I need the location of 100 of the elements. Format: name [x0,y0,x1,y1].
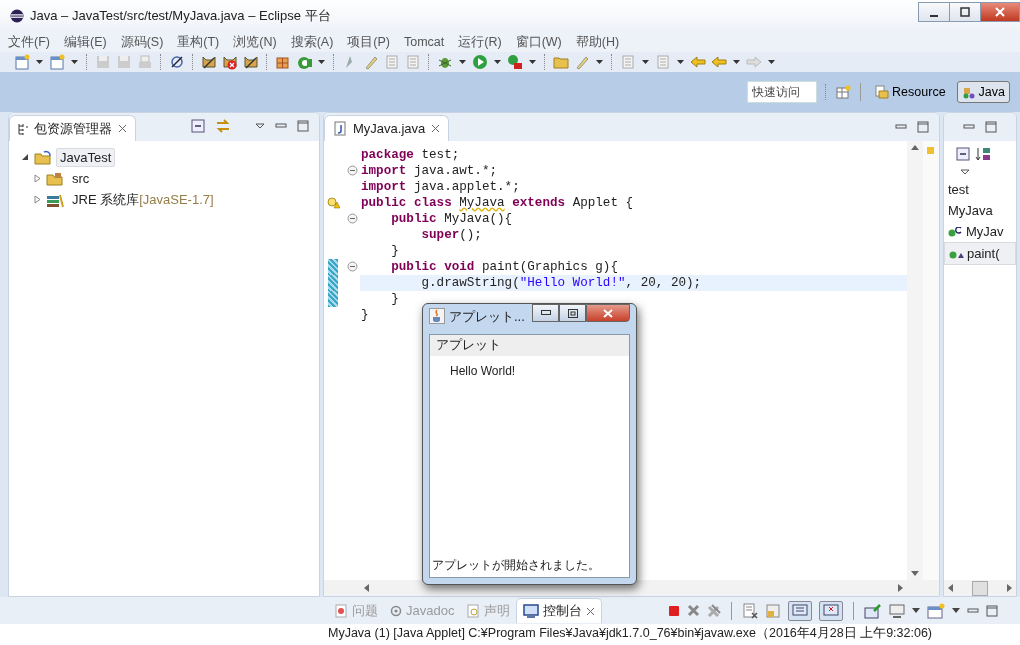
maximize-button[interactable] [559,304,586,322]
perspective-button[interactable]: Resource [870,81,951,103]
expand-toggle-icon[interactable] [21,153,30,162]
back-arrow-icon[interactable] [690,54,706,70]
menu-item[interactable]: 窗口(W) [515,33,562,51]
fold-toggle-icon[interactable] [347,261,358,272]
pin-console-icon[interactable] [864,602,882,619]
cat-icon[interactable] [243,54,259,70]
menu-item[interactable]: 帮助(H) [575,33,620,51]
close-button[interactable] [586,304,630,322]
show-on-output-icon[interactable] [788,600,812,621]
clear-console-icon[interactable] [742,602,758,619]
collapse-all-icon[interactable] [191,119,205,133]
up-arrow-icon[interactable] [911,145,919,150]
scrollbar-thumb[interactable] [972,580,988,596]
menu-item[interactable]: 搜索(A) [290,33,334,51]
menu-item[interactable]: 运行(R) [458,33,502,51]
outline-item[interactable]: MyJav [944,221,1016,242]
dropdown-caret-icon[interactable] [642,60,649,64]
quick-access-field[interactable]: 快速访问 [747,81,818,103]
maximize-icon[interactable] [297,120,309,132]
tree-item[interactable]: src [68,169,94,188]
minimize-icon[interactable] [967,607,979,614]
new-document-icon[interactable] [14,54,30,70]
menu-item[interactable]: 源码(S) [120,33,164,51]
maximize-icon[interactable] [917,121,929,133]
show-on-error-icon[interactable] [819,600,843,621]
horizontal-scrollbar[interactable] [944,580,1016,596]
maximize-button[interactable] [949,2,981,22]
warning-marker[interactable] [927,147,934,154]
dropdown-caret-icon[interactable] [318,60,325,64]
terminate-icon[interactable] [668,604,680,617]
warning-bulb-icon[interactable] [327,197,340,209]
minimize-button[interactable] [918,2,950,22]
dropdown-caret-icon[interactable] [677,60,684,64]
expand-toggle-icon[interactable] [33,174,42,183]
cat-stop-icon[interactable] [222,54,238,70]
expand-toggle-icon[interactable] [33,195,42,204]
down-arrow-icon[interactable] [911,571,919,576]
fold-toggle-icon[interactable] [347,165,358,176]
tree-item[interactable]: JRE 系统库[JavaSE-1.7] [68,188,218,211]
dropdown-caret-icon[interactable] [459,60,466,64]
dropdown-caret-icon[interactable] [529,60,536,64]
vertical-scrollbar[interactable] [907,141,923,580]
left-arrow-icon[interactable] [948,584,953,592]
dropdown-caret-icon[interactable] [768,60,775,64]
remove-all-icon[interactable] [707,603,721,618]
menu-item[interactable]: 项目(P) [347,33,390,51]
minimize-button[interactable] [532,304,559,322]
minimize-icon[interactable] [275,123,287,129]
dropdown-caret-icon[interactable] [912,608,920,613]
slashed-circle-icon[interactable] [169,54,185,70]
view-menu-icon[interactable] [255,123,265,129]
applet-menu[interactable]: アプレット [430,335,629,356]
dropdown-caret-icon[interactable] [36,60,43,64]
right-arrow-icon[interactable] [898,584,903,592]
open-perspective-icon[interactable] [835,84,852,100]
maximize-icon[interactable] [985,121,997,133]
minimize-icon[interactable] [963,124,975,130]
editor-tab[interactable]: MyJava.java [324,115,450,141]
menu-item[interactable]: Tomcat [404,35,445,49]
package-explorer-tab[interactable]: 包资源管理器 [9,115,136,141]
close-button[interactable] [980,2,1020,22]
view-menu-icon[interactable] [960,169,970,175]
new-document-icon[interactable] [49,54,65,70]
view-tab[interactable]: 控制台 [516,598,603,623]
menu-item[interactable]: 编辑(E) [63,33,107,51]
close-icon[interactable] [431,124,441,133]
dropdown-caret-icon[interactable] [952,608,960,613]
tree-item[interactable]: JavaTest [56,148,116,167]
run-toolbox-icon[interactable] [507,54,523,70]
dropdown-caret-icon[interactable] [596,60,603,64]
menu-item[interactable]: 浏览(N) [233,33,277,51]
code-line: } [360,307,369,323]
new-console-icon[interactable] [927,602,945,619]
dropdown-caret-icon[interactable] [494,60,501,64]
minimize-icon[interactable] [895,124,907,130]
outline-item[interactable]: paint( [944,242,1016,265]
run-icon[interactable] [472,54,488,70]
right-arrow-icon[interactable] [1007,584,1012,592]
left-arrow-icon[interactable] [364,584,369,592]
remove-launch-icon[interactable] [687,604,700,617]
close-icon[interactable] [118,124,127,133]
c-circle-icon[interactable] [296,54,312,70]
dropdown-caret-icon[interactable] [733,60,740,64]
outline-item[interactable]: test [944,179,1016,200]
outline-item[interactable]: MyJava [944,200,1016,221]
back-arrow-icon[interactable] [711,54,727,70]
perspective-button[interactable]: Java [956,81,1010,103]
dropdown-caret-icon[interactable] [71,60,78,64]
menu-item[interactable]: 重构(T) [177,33,220,51]
fold-toggle-icon[interactable] [347,213,358,224]
menu-item[interactable]: 文件(F) [8,33,50,51]
display-console-icon[interactable] [889,602,905,619]
close-icon[interactable] [586,606,596,616]
cat-icon[interactable] [201,54,217,70]
collapse-all-icon[interactable] [956,147,970,161]
sort-icon[interactable] [975,147,991,161]
grid-icon[interactable] [275,54,291,70]
maximize-icon[interactable] [986,604,998,617]
